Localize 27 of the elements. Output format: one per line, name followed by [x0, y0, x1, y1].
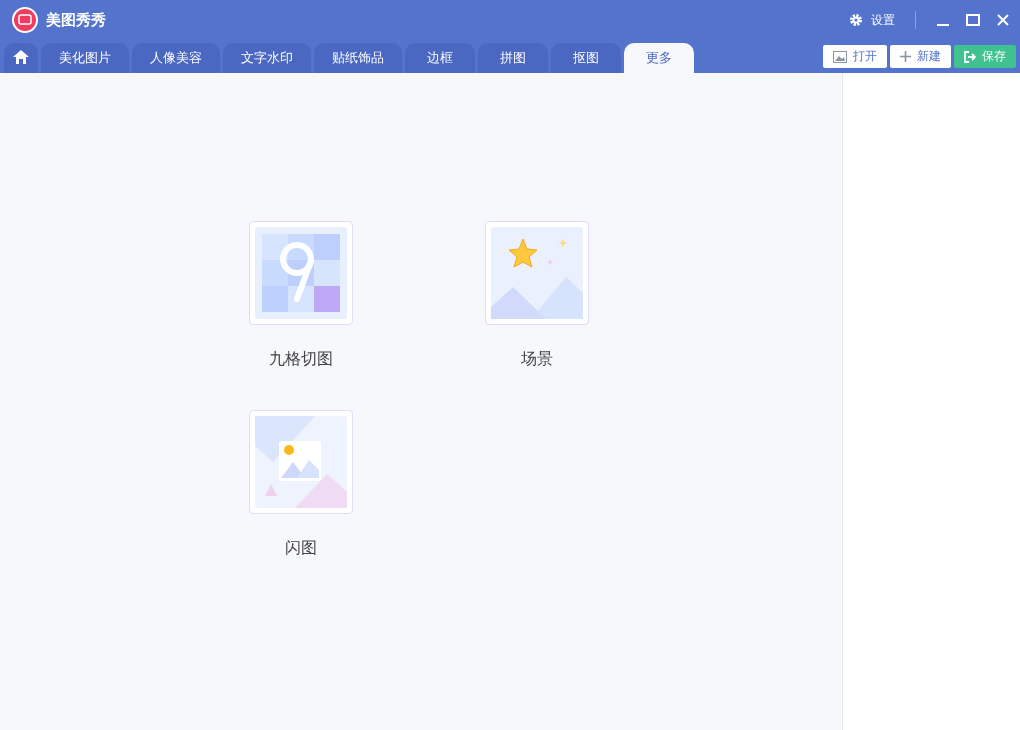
- close-icon[interactable]: [996, 13, 1010, 27]
- tab[interactable]: 抠图: [551, 43, 621, 73]
- tool-tile[interactable]: [249, 410, 353, 514]
- maximize-icon[interactable]: [966, 13, 980, 27]
- settings-icon[interactable]: [849, 13, 863, 27]
- tool-label: 九格切图: [269, 349, 333, 370]
- tab[interactable]: 更多: [624, 43, 694, 73]
- exit-icon: [964, 50, 976, 63]
- window-title: 美图秀秀: [46, 10, 107, 30]
- tab[interactable]: 贴纸饰品: [314, 43, 402, 73]
- tool-tile[interactable]: [485, 221, 589, 325]
- home-tab[interactable]: [4, 43, 38, 73]
- tool-tile[interactable]: [249, 221, 353, 325]
- tab[interactable]: 拼图: [478, 43, 548, 73]
- plus-icon: [900, 51, 911, 62]
- tool-label: 闪图: [285, 538, 317, 559]
- settings-link[interactable]: 设置: [871, 11, 895, 29]
- image-icon: [833, 50, 847, 63]
- tab[interactable]: 人像美容: [132, 43, 220, 73]
- tab[interactable]: 美化图片: [41, 43, 129, 73]
- tool-label: 场景: [521, 349, 553, 370]
- tab[interactable]: 边框: [405, 43, 475, 73]
- tab[interactable]: 文字水印: [223, 43, 311, 73]
- app-logo-icon: [12, 7, 38, 33]
- home-icon: [13, 49, 29, 64]
- new-button[interactable]: 新建: [890, 45, 951, 68]
- open-button[interactable]: 打开: [823, 45, 887, 68]
